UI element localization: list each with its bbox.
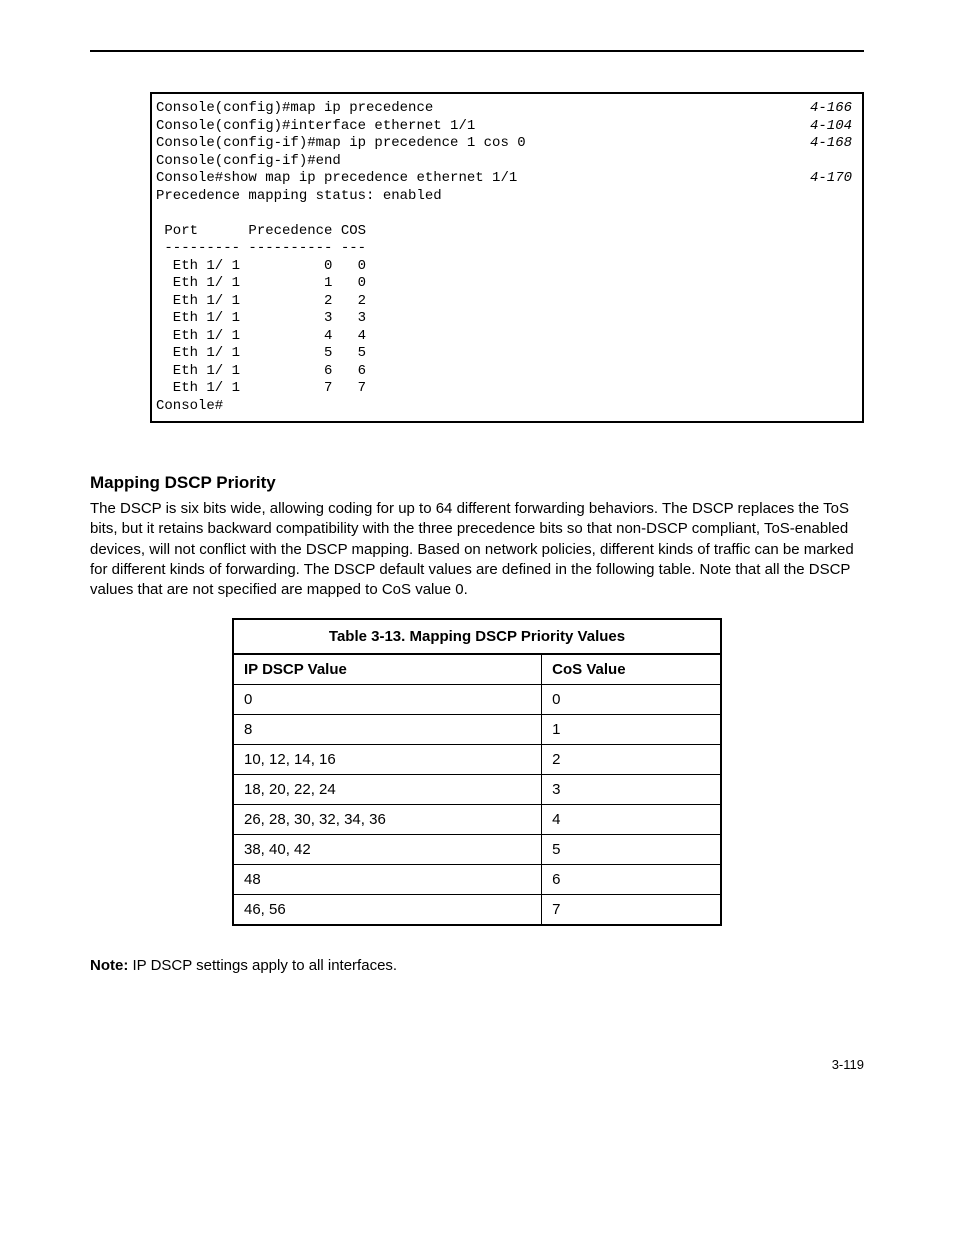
- section-heading-dscp: Mapping DSCP Priority: [90, 473, 864, 493]
- note-label: Note:: [90, 957, 128, 974]
- table-row: 38, 40, 425: [233, 835, 721, 865]
- page-footer: 3-119: [90, 1057, 864, 1072]
- table-cell: 26, 28, 30, 32, 34, 36: [233, 805, 542, 835]
- cli-ref: 4-166: [790, 100, 852, 118]
- cli-line: Console#show map ip precedence ethernet …: [152, 170, 862, 188]
- cli-text: Console(config-if)#map ip precedence 1 c…: [156, 135, 526, 153]
- cli-line: Console(config-if)#map ip precedence 1 c…: [152, 135, 862, 153]
- cli-line: Eth 1/ 1 6 6: [152, 363, 862, 381]
- table-cell: 18, 20, 22, 24: [233, 775, 542, 805]
- cli-ref: 4-104: [790, 118, 852, 136]
- table-row: 26, 28, 30, 32, 34, 364: [233, 805, 721, 835]
- table-row: 46, 567: [233, 895, 721, 926]
- cli-line: [152, 205, 862, 223]
- table-cell: 2: [542, 745, 721, 775]
- cli-line: Eth 1/ 1 0 0: [152, 258, 862, 276]
- section-body-dscp: The DSCP is six bits wide, allowing codi…: [90, 499, 864, 600]
- cli-line: Eth 1/ 1 5 5: [152, 345, 862, 363]
- table-cell: 8: [233, 715, 542, 745]
- cli-line: Eth 1/ 1 2 2: [152, 293, 862, 311]
- table-row: 18, 20, 22, 243: [233, 775, 721, 805]
- cli-line: Console(config)#map ip precedence 4-166: [152, 100, 862, 118]
- cli-line: Console#: [152, 398, 862, 416]
- cli-line: Port Precedence COS: [152, 223, 862, 241]
- table-cell: 1: [542, 715, 721, 745]
- cli-ref: 4-168: [790, 135, 852, 153]
- col-header-dscp: IP DSCP Value: [233, 654, 542, 685]
- table-cell: 4: [542, 805, 721, 835]
- table-row: 10, 12, 14, 162: [233, 745, 721, 775]
- table-cell: 10, 12, 14, 16: [233, 745, 542, 775]
- dscp-note: Note: IP DSCP settings apply to all inte…: [90, 956, 864, 976]
- table-cell: 0: [233, 685, 542, 715]
- cli-line: Eth 1/ 1 7 7: [152, 380, 862, 398]
- cli-output-box: Console(config)#map ip precedence4-166Co…: [150, 92, 864, 423]
- cli-text: Console#show map ip precedence ethernet …: [156, 170, 517, 188]
- note-text: IP DSCP settings apply to all interfaces…: [128, 957, 397, 974]
- table-cell: 3: [542, 775, 721, 805]
- table-header-row: IP DSCP Value CoS Value: [233, 654, 721, 685]
- table-row: 486: [233, 865, 721, 895]
- table-row: 00: [233, 685, 721, 715]
- cli-line: Eth 1/ 1 3 3: [152, 310, 862, 328]
- table-cell: 6: [542, 865, 721, 895]
- table-cell: 48: [233, 865, 542, 895]
- cli-line: Eth 1/ 1 1 0: [152, 275, 862, 293]
- cli-line: Console(config)#interface ethernet 1/1 4-…: [152, 118, 862, 136]
- table-cell: 7: [542, 895, 721, 926]
- cli-text: Console(config)#map ip precedence: [156, 100, 433, 118]
- table-cell: 5: [542, 835, 721, 865]
- table-row: 81: [233, 715, 721, 745]
- cli-line: Eth 1/ 1 4 4: [152, 328, 862, 346]
- col-header-cos: CoS Value: [542, 654, 721, 685]
- page: Console(config)#map ip precedence4-166Co…: [0, 0, 954, 1152]
- cli-line: Precedence mapping status: enabled: [152, 188, 862, 206]
- dscp-table-caption: Table 3-13. Mapping DSCP Priority Values: [232, 618, 722, 653]
- table-cell: 0: [542, 685, 721, 715]
- header-rule: [90, 50, 864, 52]
- cli-line: --------- ---------- ---: [152, 240, 862, 258]
- cli-line: Console(config-if)#end: [152, 153, 862, 171]
- table-cell: 46, 56: [233, 895, 542, 926]
- cli-text: Console(config)#interface ethernet 1/1: [156, 118, 475, 136]
- table-cell: 38, 40, 42: [233, 835, 542, 865]
- dscp-table: Table 3-13. Mapping DSCP Priority Values…: [232, 618, 722, 926]
- cli-ref: 4-170: [790, 170, 852, 188]
